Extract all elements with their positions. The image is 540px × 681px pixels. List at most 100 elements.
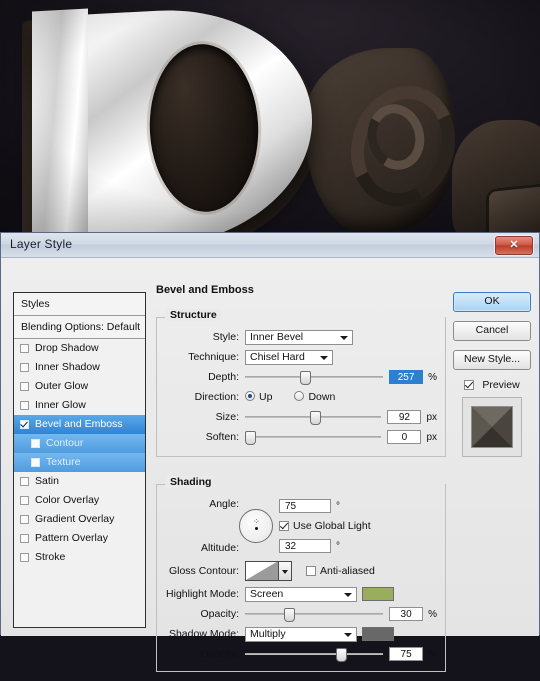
technique-label: Technique: [188,351,239,363]
highlight-opacity-row: Opacity: 30 % [165,604,437,624]
styles-list-item-checkbox[interactable] [20,515,29,524]
background-artwork [0,0,540,240]
styles-list-item-label: Color Overlay [35,494,100,506]
shadow-opacity-slider[interactable] [245,647,384,662]
shadow-opacity-input[interactable]: 75 [389,647,424,661]
shadow-opacity-label: Opacity: [200,648,239,660]
styles-list-item[interactable]: Bevel and Emboss [14,415,145,434]
angle-dial-marker: ⁘ [253,517,260,526]
styles-list-item-label: Outer Glow [35,380,89,392]
styles-list-item[interactable]: Inner Glow [14,396,145,415]
styles-list-item[interactable]: Gradient Overlay [14,510,145,529]
depth-label: Depth: [208,371,239,383]
styles-list-item[interactable]: Satin [14,472,145,491]
styles-list-item-checkbox[interactable] [20,401,29,410]
style-value: Inner Bevel [250,331,304,343]
direction-down-option[interactable]: Down [294,391,335,403]
highlight-mode-value: Screen [250,588,284,600]
chevron-down-icon [344,592,352,597]
highlight-mode-select[interactable]: Screen [245,586,357,602]
styles-list-item-checkbox[interactable] [20,420,29,429]
soften-unit: px [426,431,437,443]
styles-list-item-label: Gradient Overlay [35,513,115,525]
blending-options-item[interactable]: Blending Options: Default [14,316,145,339]
styles-list-item[interactable]: Inner Shadow [14,358,145,377]
styles-list-item-checkbox[interactable] [20,363,29,372]
layer-style-dialog: Layer Style ✕ Styles Blending Options: D… [0,232,540,672]
shadow-color-swatch[interactable] [362,627,394,641]
dialog-titlebar[interactable]: Layer Style ✕ [1,233,539,258]
styles-list-item-checkbox[interactable] [20,534,29,543]
shadow-opacity-row: Opacity: 75 % [165,644,437,664]
size-slider[interactable] [245,410,382,425]
style-label: Style: [212,331,239,343]
highlight-mode-label: Highlight Mode: [166,588,239,600]
highlight-opacity-slider[interactable] [245,607,384,622]
styles-list-item-label: Stroke [35,551,66,563]
styles-list-item[interactable]: Texture [14,453,145,472]
technique-value: Chisel Hard [250,351,305,363]
bevel-emboss-panel: Bevel and Emboss Structure Style: Inner … [156,284,446,681]
panel-title: Bevel and Emboss [156,284,254,296]
preview-checkbox[interactable] [464,380,475,390]
angle-dial[interactable]: ⁘ [239,509,273,543]
ok-button[interactable]: OK [453,292,531,312]
styles-list[interactable]: Styles Blending Options: Default Drop Sh… [13,292,146,628]
altitude-input[interactable]: 32 [279,539,331,553]
global-light-row[interactable]: Use Global Light [279,516,437,536]
direction-up-option[interactable]: Up [245,391,272,403]
close-button[interactable]: ✕ [495,236,533,255]
preview-toggle[interactable]: Preview [453,379,531,391]
styles-list-item-checkbox[interactable] [20,553,29,562]
shadow-mode-select[interactable]: Multiply [245,626,357,642]
depth-row: Depth: 257 % [165,367,437,387]
style-select[interactable]: Inner Bevel [245,329,353,345]
styles-list-item-checkbox[interactable] [20,496,29,505]
highlight-opacity-thumb[interactable] [283,608,295,622]
soften-slider[interactable] [245,430,382,445]
depth-unit: % [428,371,437,383]
shadow-mode-row: Shadow Mode: Multiply [165,624,437,644]
size-slider-thumb[interactable] [310,411,322,425]
soften-input[interactable]: 0 [387,430,422,444]
anti-aliased-checkbox[interactable] [306,566,316,576]
dial-row: ⁘ [165,509,279,543]
styles-list-item[interactable]: Contour [14,434,145,453]
styles-list-item-checkbox[interactable] [31,458,40,467]
use-global-light-checkbox[interactable] [279,521,289,531]
altitude-label: Altitude: [201,542,239,554]
styles-list-item-checkbox[interactable] [20,382,29,391]
highlight-opacity-input[interactable]: 30 [389,607,424,621]
styles-list-item[interactable]: Color Overlay [14,491,145,510]
direction-up-radio[interactable] [245,391,255,401]
styles-list-item[interactable]: Outer Glow [14,377,145,396]
technique-select[interactable]: Chisel Hard [245,349,333,365]
depth-input[interactable]: 257 [389,370,424,384]
cancel-button[interactable]: Cancel [453,321,531,341]
new-style-button[interactable]: New Style... [453,350,531,370]
styles-list-item-checkbox[interactable] [31,439,40,448]
depth-slider[interactable] [245,370,384,385]
altitude-value-row: 32 ° [279,536,437,556]
angle-value-row: 75 ° [279,496,437,516]
shadow-opacity-thumb[interactable] [336,648,348,662]
styles-list-item-checkbox[interactable] [20,344,29,353]
gloss-contour-dropdown[interactable] [279,561,292,581]
angle-dial-center [255,527,258,530]
angle-input[interactable]: 75 [279,499,331,513]
soften-slider-thumb[interactable] [245,431,256,445]
style-row: Style: Inner Bevel [165,327,437,347]
shadow-mode-value: Multiply [250,628,286,640]
styles-list-item[interactable]: Stroke [14,548,145,567]
styles-list-item[interactable]: Drop Shadow [14,339,145,358]
preview-label: Preview [482,379,520,391]
highlight-color-swatch[interactable] [362,587,394,601]
gloss-contour-preview[interactable] [245,561,279,581]
styles-list-item-checkbox[interactable] [20,477,29,486]
chevron-down-icon [340,335,348,340]
size-input[interactable]: 92 [387,410,422,424]
styles-list-item[interactable]: Pattern Overlay [14,529,145,548]
direction-down-radio[interactable] [294,391,305,401]
anti-aliased-label: Anti-aliased [320,565,375,577]
depth-slider-thumb[interactable] [300,371,312,385]
